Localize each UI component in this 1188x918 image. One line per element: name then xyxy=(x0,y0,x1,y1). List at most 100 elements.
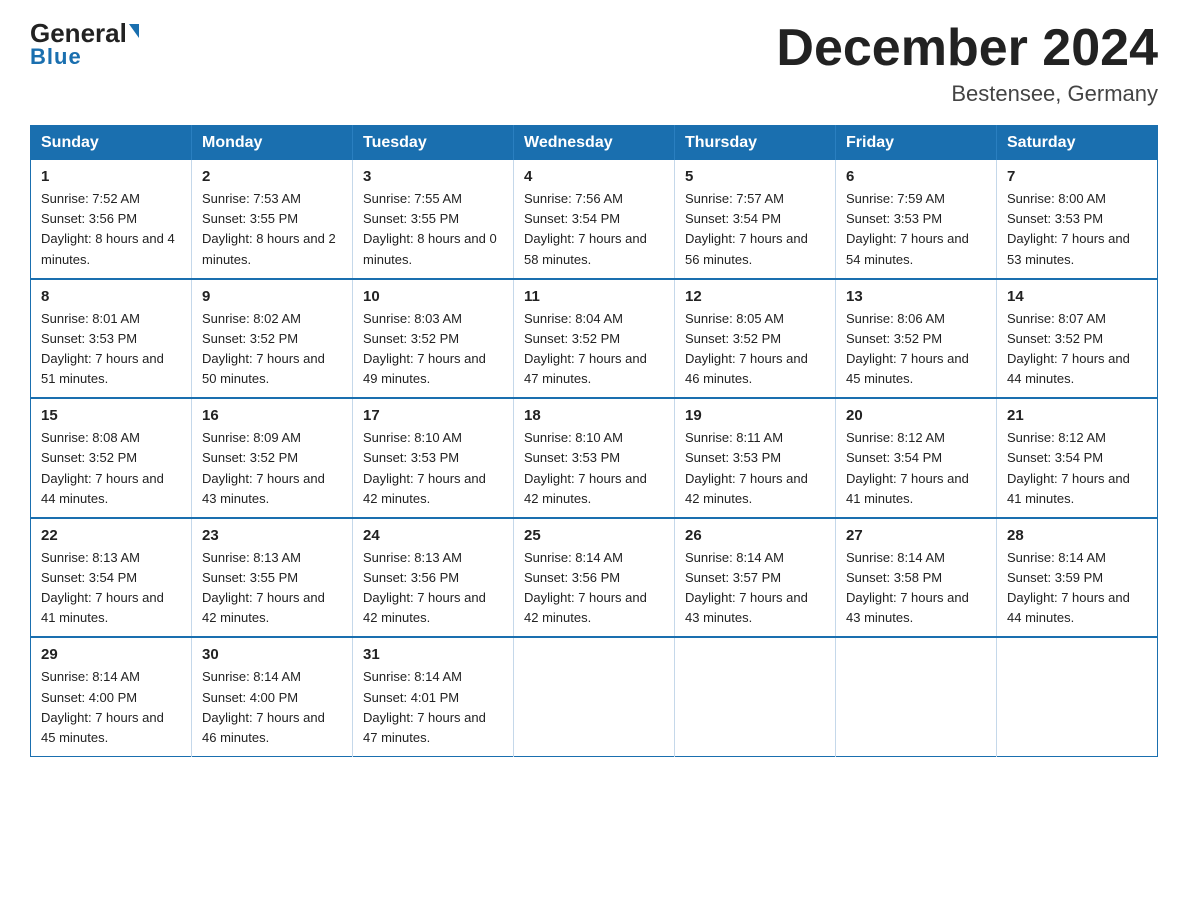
calendar-week-row: 8 Sunrise: 8:01 AMSunset: 3:53 PMDayligh… xyxy=(31,279,1158,399)
day-info: Sunrise: 8:14 AMSunset: 3:59 PMDaylight:… xyxy=(1007,548,1147,629)
table-row xyxy=(675,637,836,756)
day-number: 19 xyxy=(685,407,825,424)
day-info: Sunrise: 8:05 AMSunset: 3:52 PMDaylight:… xyxy=(685,309,825,390)
table-row: 16 Sunrise: 8:09 AMSunset: 3:52 PMDaylig… xyxy=(192,398,353,518)
day-info: Sunrise: 8:01 AMSunset: 3:53 PMDaylight:… xyxy=(41,309,181,390)
table-row: 19 Sunrise: 8:11 AMSunset: 3:53 PMDaylig… xyxy=(675,398,836,518)
day-info: Sunrise: 8:14 AMSunset: 3:57 PMDaylight:… xyxy=(685,548,825,629)
header-sunday: Sunday xyxy=(31,126,192,161)
table-row xyxy=(836,637,997,756)
day-info: Sunrise: 8:14 AMSunset: 4:00 PMDaylight:… xyxy=(202,667,342,748)
day-info: Sunrise: 7:57 AMSunset: 3:54 PMDaylight:… xyxy=(685,189,825,270)
day-number: 1 xyxy=(41,168,181,185)
table-row: 31 Sunrise: 8:14 AMSunset: 4:01 PMDaylig… xyxy=(353,637,514,756)
day-info: Sunrise: 8:13 AMSunset: 3:55 PMDaylight:… xyxy=(202,548,342,629)
day-info: Sunrise: 8:02 AMSunset: 3:52 PMDaylight:… xyxy=(202,309,342,390)
calendar-week-row: 15 Sunrise: 8:08 AMSunset: 3:52 PMDaylig… xyxy=(31,398,1158,518)
day-info: Sunrise: 7:55 AMSunset: 3:55 PMDaylight:… xyxy=(363,189,503,270)
header-friday: Friday xyxy=(836,126,997,161)
day-number: 6 xyxy=(846,168,986,185)
day-number: 21 xyxy=(1007,407,1147,424)
day-info: Sunrise: 8:12 AMSunset: 3:54 PMDaylight:… xyxy=(1007,428,1147,509)
day-number: 25 xyxy=(524,527,664,544)
day-info: Sunrise: 7:53 AMSunset: 3:55 PMDaylight:… xyxy=(202,189,342,270)
day-info: Sunrise: 8:03 AMSunset: 3:52 PMDaylight:… xyxy=(363,309,503,390)
day-number: 11 xyxy=(524,288,664,305)
day-info: Sunrise: 8:13 AMSunset: 3:54 PMDaylight:… xyxy=(41,548,181,629)
table-row: 29 Sunrise: 8:14 AMSunset: 4:00 PMDaylig… xyxy=(31,637,192,756)
day-number: 23 xyxy=(202,527,342,544)
day-number: 7 xyxy=(1007,168,1147,185)
day-info: Sunrise: 8:12 AMSunset: 3:54 PMDaylight:… xyxy=(846,428,986,509)
logo-general: General xyxy=(30,20,139,46)
table-row: 3 Sunrise: 7:55 AMSunset: 3:55 PMDayligh… xyxy=(353,160,514,279)
day-number: 5 xyxy=(685,168,825,185)
logo: General Blue xyxy=(30,20,139,70)
day-number: 10 xyxy=(363,288,503,305)
table-row: 25 Sunrise: 8:14 AMSunset: 3:56 PMDaylig… xyxy=(514,518,675,638)
day-number: 8 xyxy=(41,288,181,305)
table-row: 10 Sunrise: 8:03 AMSunset: 3:52 PMDaylig… xyxy=(353,279,514,399)
day-info: Sunrise: 8:13 AMSunset: 3:56 PMDaylight:… xyxy=(363,548,503,629)
table-row: 4 Sunrise: 7:56 AMSunset: 3:54 PMDayligh… xyxy=(514,160,675,279)
day-info: Sunrise: 8:00 AMSunset: 3:53 PMDaylight:… xyxy=(1007,189,1147,270)
table-row: 15 Sunrise: 8:08 AMSunset: 3:52 PMDaylig… xyxy=(31,398,192,518)
day-number: 22 xyxy=(41,527,181,544)
header-saturday: Saturday xyxy=(997,126,1158,161)
table-row: 6 Sunrise: 7:59 AMSunset: 3:53 PMDayligh… xyxy=(836,160,997,279)
day-number: 31 xyxy=(363,646,503,663)
table-row: 1 Sunrise: 7:52 AMSunset: 3:56 PMDayligh… xyxy=(31,160,192,279)
day-info: Sunrise: 7:52 AMSunset: 3:56 PMDaylight:… xyxy=(41,189,181,270)
table-row: 13 Sunrise: 8:06 AMSunset: 3:52 PMDaylig… xyxy=(836,279,997,399)
header-wednesday: Wednesday xyxy=(514,126,675,161)
day-number: 30 xyxy=(202,646,342,663)
calendar-week-row: 29 Sunrise: 8:14 AMSunset: 4:00 PMDaylig… xyxy=(31,637,1158,756)
day-number: 28 xyxy=(1007,527,1147,544)
day-number: 27 xyxy=(846,527,986,544)
logo-triangle-icon xyxy=(129,24,139,38)
calendar-week-row: 1 Sunrise: 7:52 AMSunset: 3:56 PMDayligh… xyxy=(31,160,1158,279)
calendar-table: Sunday Monday Tuesday Wednesday Thursday… xyxy=(30,125,1158,757)
table-row: 30 Sunrise: 8:14 AMSunset: 4:00 PMDaylig… xyxy=(192,637,353,756)
table-row: 7 Sunrise: 8:00 AMSunset: 3:53 PMDayligh… xyxy=(997,160,1158,279)
table-row xyxy=(514,637,675,756)
header-monday: Monday xyxy=(192,126,353,161)
day-info: Sunrise: 8:14 AMSunset: 4:01 PMDaylight:… xyxy=(363,667,503,748)
day-number: 12 xyxy=(685,288,825,305)
table-row: 27 Sunrise: 8:14 AMSunset: 3:58 PMDaylig… xyxy=(836,518,997,638)
header-thursday: Thursday xyxy=(675,126,836,161)
day-number: 15 xyxy=(41,407,181,424)
day-number: 4 xyxy=(524,168,664,185)
table-row: 26 Sunrise: 8:14 AMSunset: 3:57 PMDaylig… xyxy=(675,518,836,638)
day-info: Sunrise: 8:11 AMSunset: 3:53 PMDaylight:… xyxy=(685,428,825,509)
day-number: 3 xyxy=(363,168,503,185)
day-number: 13 xyxy=(846,288,986,305)
table-row: 14 Sunrise: 8:07 AMSunset: 3:52 PMDaylig… xyxy=(997,279,1158,399)
day-info: Sunrise: 8:04 AMSunset: 3:52 PMDaylight:… xyxy=(524,309,664,390)
month-year-title: December 2024 xyxy=(776,20,1158,77)
day-info: Sunrise: 8:07 AMSunset: 3:52 PMDaylight:… xyxy=(1007,309,1147,390)
day-number: 18 xyxy=(524,407,664,424)
location-subtitle: Bestensee, Germany xyxy=(776,81,1158,107)
day-info: Sunrise: 7:59 AMSunset: 3:53 PMDaylight:… xyxy=(846,189,986,270)
day-info: Sunrise: 8:14 AMSunset: 4:00 PMDaylight:… xyxy=(41,667,181,748)
table-row: 23 Sunrise: 8:13 AMSunset: 3:55 PMDaylig… xyxy=(192,518,353,638)
table-row: 20 Sunrise: 8:12 AMSunset: 3:54 PMDaylig… xyxy=(836,398,997,518)
day-info: Sunrise: 8:14 AMSunset: 3:58 PMDaylight:… xyxy=(846,548,986,629)
table-row: 11 Sunrise: 8:04 AMSunset: 3:52 PMDaylig… xyxy=(514,279,675,399)
table-row: 2 Sunrise: 7:53 AMSunset: 3:55 PMDayligh… xyxy=(192,160,353,279)
table-row: 9 Sunrise: 8:02 AMSunset: 3:52 PMDayligh… xyxy=(192,279,353,399)
table-row: 5 Sunrise: 7:57 AMSunset: 3:54 PMDayligh… xyxy=(675,160,836,279)
table-row: 8 Sunrise: 8:01 AMSunset: 3:53 PMDayligh… xyxy=(31,279,192,399)
page-header: General Blue December 2024 Bestensee, Ge… xyxy=(30,20,1158,107)
day-number: 9 xyxy=(202,288,342,305)
day-number: 26 xyxy=(685,527,825,544)
day-number: 2 xyxy=(202,168,342,185)
day-info: Sunrise: 8:08 AMSunset: 3:52 PMDaylight:… xyxy=(41,428,181,509)
logo-blue: Blue xyxy=(30,44,82,70)
day-info: Sunrise: 8:10 AMSunset: 3:53 PMDaylight:… xyxy=(363,428,503,509)
table-row: 21 Sunrise: 8:12 AMSunset: 3:54 PMDaylig… xyxy=(997,398,1158,518)
day-number: 14 xyxy=(1007,288,1147,305)
table-row: 22 Sunrise: 8:13 AMSunset: 3:54 PMDaylig… xyxy=(31,518,192,638)
day-number: 17 xyxy=(363,407,503,424)
